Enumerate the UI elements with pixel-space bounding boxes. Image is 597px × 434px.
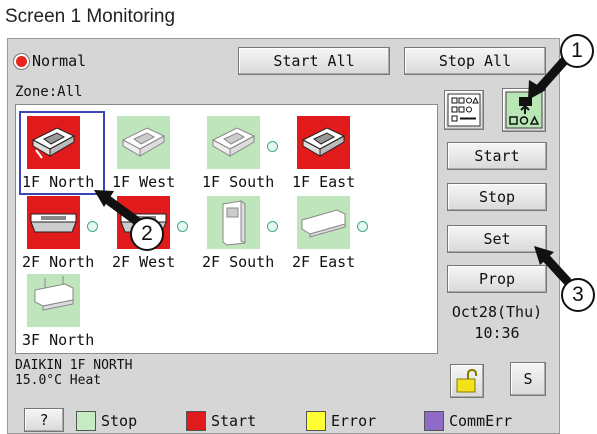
callout-arrows	[94, 57, 572, 286]
callout-arrow-1	[536, 57, 569, 91]
callout-2: 2	[130, 217, 164, 251]
callout-1: 1	[560, 34, 594, 68]
callout-arrow-3	[542, 254, 572, 286]
callout-3: 3	[561, 278, 595, 312]
callout-arrow-2	[105, 196, 141, 226]
